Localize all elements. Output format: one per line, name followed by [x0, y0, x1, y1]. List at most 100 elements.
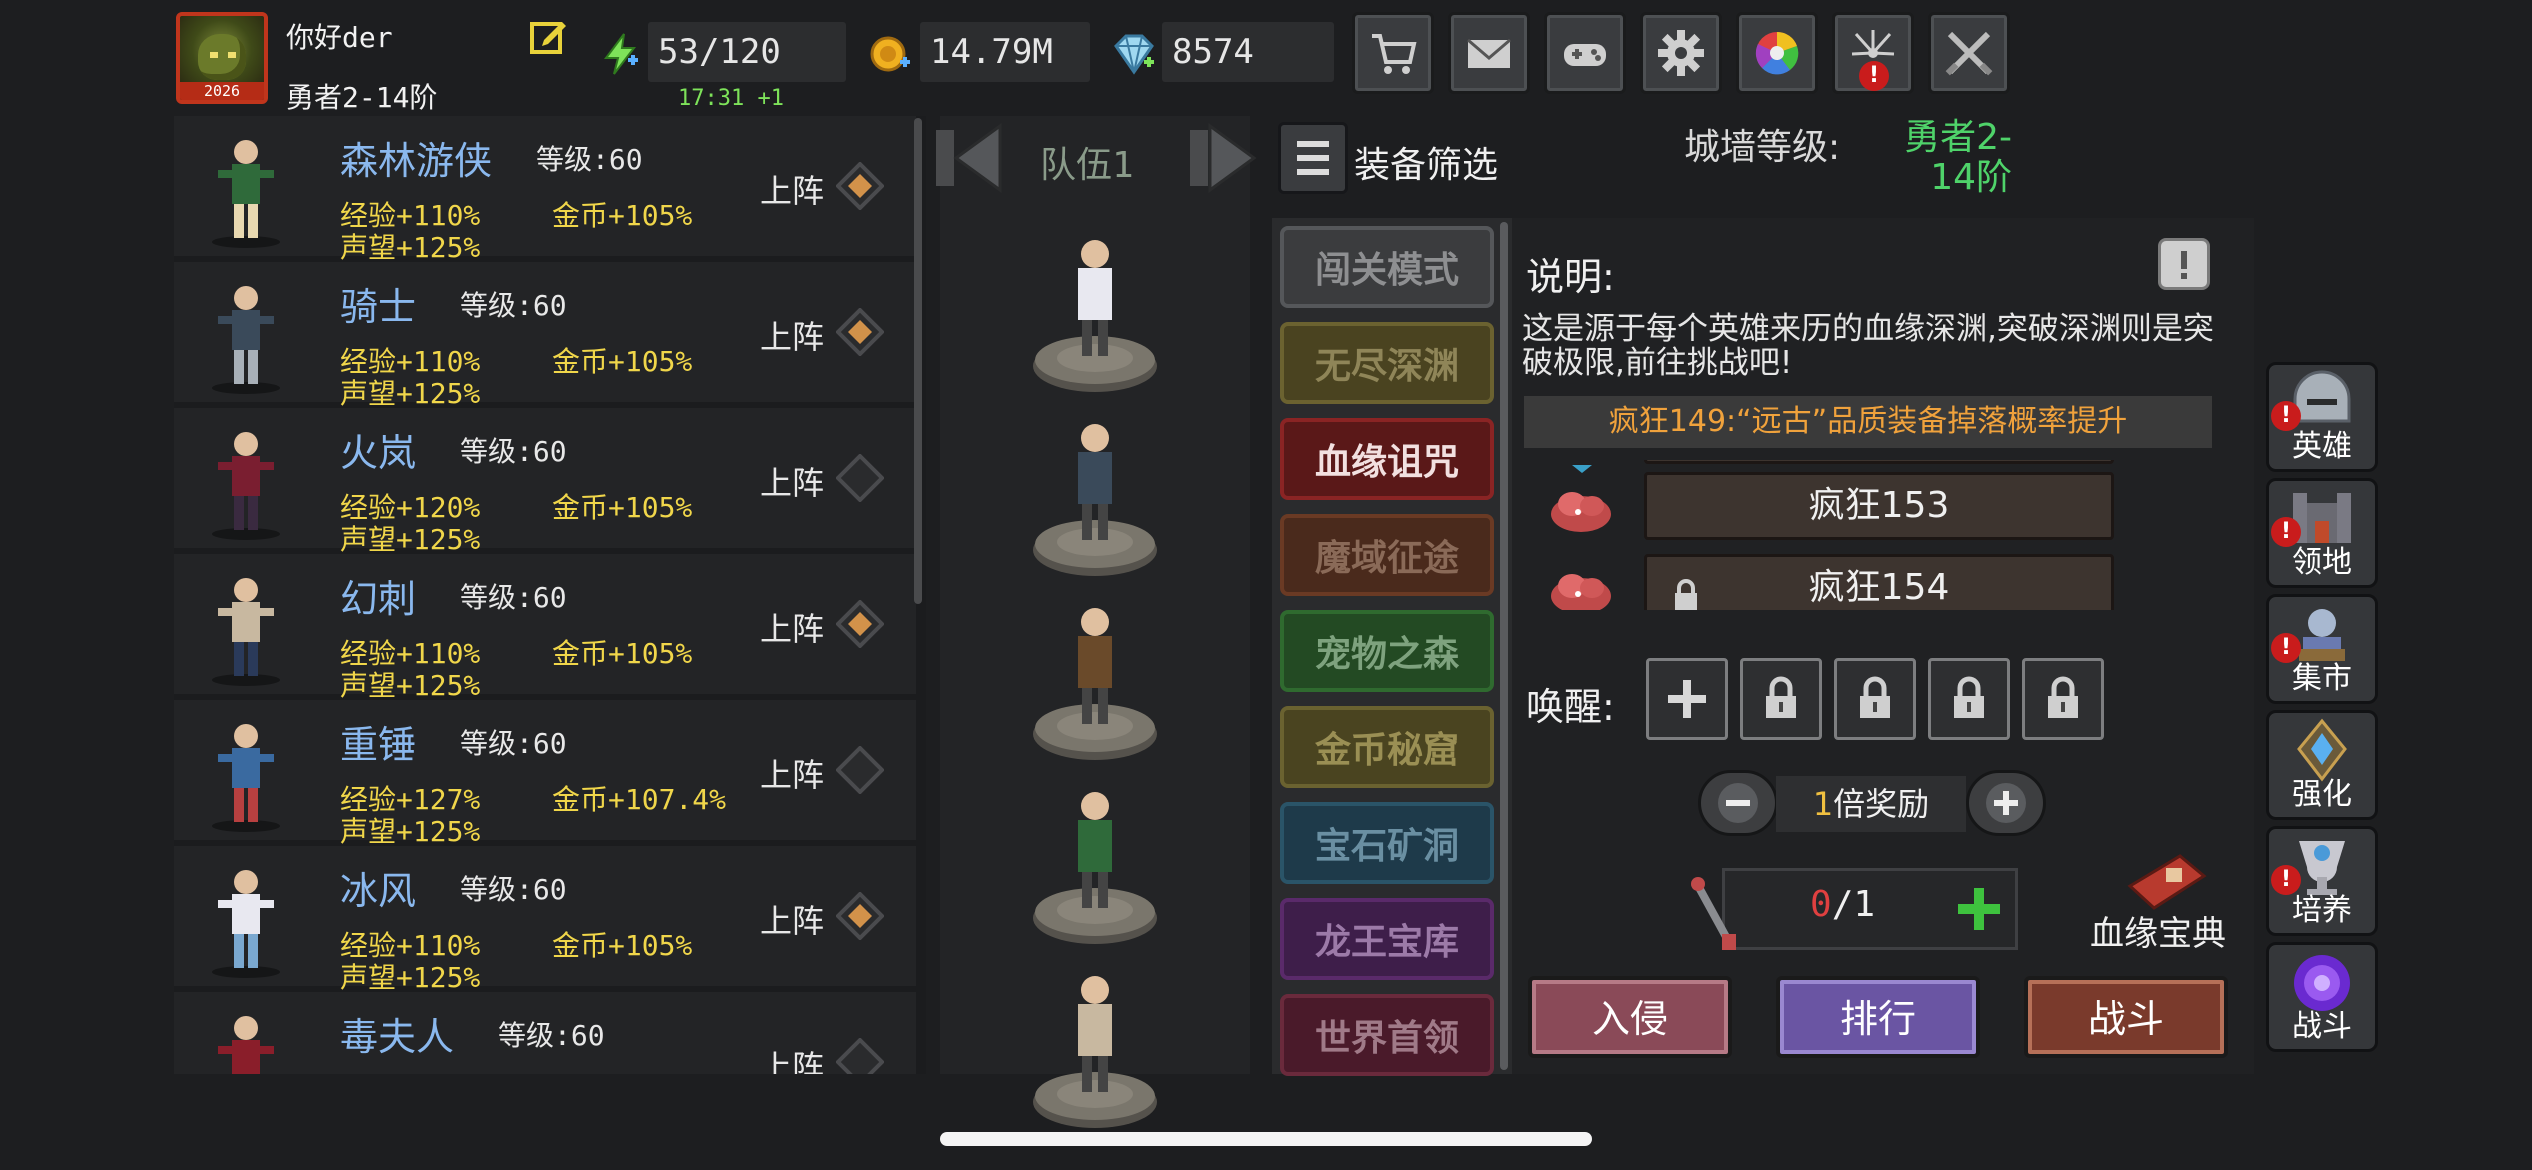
mode-list-scrollbar[interactable] [1500, 222, 1508, 1070]
top-button-crossed-swords[interactable] [1928, 12, 2010, 94]
team-slot[interactable] [1030, 962, 1160, 1132]
deploy-button[interactable]: 上阵 [760, 896, 824, 942]
hero-card[interactable]: 重锤 等级:60 经验+127% 金币+107.4% 声望+125% 上阵 [174, 700, 916, 848]
difficulty-level-list[interactable]: 疯狂153 疯狂154 [1524, 460, 2228, 610]
multiplier-plus-button[interactable] [1966, 770, 2046, 836]
hero-list[interactable]: 森林游侠 等级:60 经验+110% 金币+105% 声望+125% 上阵 骑士 等级:60 经… [174, 116, 926, 1074]
awaken-locked-slot[interactable] [2022, 658, 2104, 740]
mode-button[interactable]: 龙王宝库 [1280, 898, 1494, 980]
slot-diamond-icon[interactable] [836, 746, 884, 794]
player-avatar[interactable]: 2026 [176, 12, 268, 104]
hero-level: 等级:60 [460, 873, 567, 906]
hero-sprite-icon [212, 140, 280, 248]
mode-button[interactable]: 金币秘窟 [1280, 706, 1494, 788]
mode-button[interactable]: 闯关模式 [1280, 226, 1494, 308]
awaken-add-slot[interactable] [1646, 658, 1728, 740]
hero-card[interactable]: 毒夫人 等级:60 上阵 [174, 992, 916, 1074]
hero-level: 等级:60 [498, 1019, 605, 1052]
hero-rep-bonus: 声望+125% [340, 669, 481, 702]
slot-diamond-icon[interactable] [836, 162, 884, 210]
top-button-gamepad[interactable] [1544, 12, 1626, 94]
nav-merchant[interactable]: 集市! [2266, 594, 2378, 704]
nav-helmet[interactable]: 英雄! [2266, 362, 2378, 472]
hero-name: 骑士 [340, 285, 417, 329]
description-title: 说明: [1526, 255, 1615, 299]
level-row-partial[interactable] [1644, 460, 2114, 464]
awaken-locked-slot[interactable] [1834, 658, 1916, 740]
mode-button[interactable]: 魔域征途 [1280, 514, 1494, 596]
avatar-year-badge: 2026 [180, 82, 264, 100]
hero-name: 火岚 [340, 431, 417, 475]
coral-icon [1542, 556, 1620, 610]
edit-name-icon[interactable] [528, 16, 568, 56]
top-button-fireworks[interactable]: ! [1832, 12, 1914, 94]
coin-counter: 14.79M [920, 22, 1090, 82]
top-button-color-wheel[interactable] [1736, 12, 1818, 94]
awaken-locked-slot[interactable] [1740, 658, 1822, 740]
top-button-gear[interactable] [1640, 12, 1722, 94]
leaderboard-button[interactable]: 排行 [1776, 976, 1980, 1058]
deploy-button[interactable]: 上阵 [760, 312, 824, 358]
hero-card[interactable]: 幻刺 等级:60 经验+110% 金币+105% 声望+125% 上阵 [174, 554, 916, 702]
deploy-button[interactable]: 上阵 [760, 1042, 824, 1074]
team-slot[interactable] [1030, 594, 1160, 764]
hero-gold-bonus: 金币+107.4% [552, 783, 727, 816]
hero-card[interactable]: 火岚 等级:60 经验+120% 金币+105% 声望+125% 上阵 [174, 408, 916, 556]
team-slot[interactable] [1030, 226, 1160, 396]
nav-crystal[interactable]: 强化 [2266, 710, 2378, 820]
gem-icon [1110, 32, 1158, 76]
mode-button[interactable]: 世界首领 [1280, 994, 1494, 1076]
multiplier-minus-button[interactable] [1698, 770, 1778, 836]
filter-menu-icon[interactable] [1278, 122, 1348, 194]
hero-card[interactable]: 骑士 等级:60 经验+110% 金币+105% 声望+125% 上阵 [174, 262, 916, 410]
energy-icon [598, 32, 642, 76]
hero-level: 等级:60 [460, 581, 567, 614]
team-slot[interactable] [1030, 778, 1160, 948]
hero-card[interactable]: 冰风 等级:60 经验+110% 金币+105% 声望+125% 上阵 [174, 846, 916, 994]
top-button-mail[interactable] [1448, 12, 1530, 94]
plus-icon [1668, 680, 1706, 718]
level-row-locked[interactable]: 疯狂154 [1644, 554, 2114, 610]
cart-icon [1372, 34, 1417, 74]
deploy-button[interactable]: 上阵 [760, 458, 824, 504]
hero-level: 等级:60 [536, 143, 643, 176]
hero-rep-bonus: 声望+125% [340, 231, 481, 264]
filter-label[interactable]: 装备筛选 [1354, 136, 1498, 188]
slot-diamond-icon[interactable] [836, 1038, 884, 1074]
description-text: 这是源于每个英雄来历的血缘深渊,突破深渊则是突破极限,前往挑战吧! [1522, 311, 2214, 381]
slot-diamond-icon[interactable] [836, 892, 884, 940]
level-row[interactable]: 疯狂153 [1644, 472, 2114, 540]
alert-badge: ! [1859, 61, 1889, 91]
slot-diamond-icon[interactable] [836, 600, 884, 648]
team-next-arrow-icon[interactable] [1182, 120, 1260, 196]
deploy-button[interactable]: 上阵 [760, 604, 824, 650]
mode-button[interactable]: 无尽深渊 [1280, 322, 1494, 404]
team-slot[interactable] [1030, 410, 1160, 580]
info-icon[interactable] [2158, 238, 2210, 290]
hero-name: 幻刺 [340, 577, 417, 621]
slot-diamond-icon[interactable] [836, 308, 884, 356]
nav-castle[interactable]: 领地! [2266, 478, 2378, 588]
hero-list-scrollbar[interactable] [914, 118, 922, 604]
mode-button[interactable]: 宠物之森 [1280, 610, 1494, 692]
deploy-button[interactable]: 上阵 [760, 166, 824, 212]
mode-button[interactable]: 宝石矿洞 [1280, 802, 1494, 884]
nav-portal[interactable]: 战斗 [2266, 942, 2378, 1052]
top-button-cart[interactable] [1352, 12, 1434, 94]
bloodline-codex-label[interactable]: 血缘宝典 [2090, 906, 2226, 955]
hero-sprite-icon [212, 724, 280, 832]
add-ticket-icon[interactable] [1954, 884, 2004, 934]
hero-card[interactable]: 森林游侠 等级:60 经验+110% 金币+105% 声望+125% 上阵 [174, 116, 916, 264]
deploy-button[interactable]: 上阵 [760, 750, 824, 796]
fight-button[interactable]: 战斗 [2024, 976, 2228, 1058]
invade-button[interactable]: 入侵 [1528, 976, 1732, 1058]
mode-button[interactable]: 血缘诅咒 [1280, 418, 1494, 500]
color-wheel-icon [1755, 31, 1799, 75]
awaken-locked-slot[interactable] [1928, 658, 2010, 740]
nav-chalice[interactable]: 培养! [2266, 826, 2378, 936]
home-indicator[interactable] [940, 1132, 1592, 1146]
alert-badge: ! [2271, 633, 2301, 663]
slot-diamond-icon[interactable] [836, 454, 884, 502]
alert-badge: ! [2271, 401, 2301, 431]
team-prev-arrow-icon[interactable] [930, 120, 1008, 196]
